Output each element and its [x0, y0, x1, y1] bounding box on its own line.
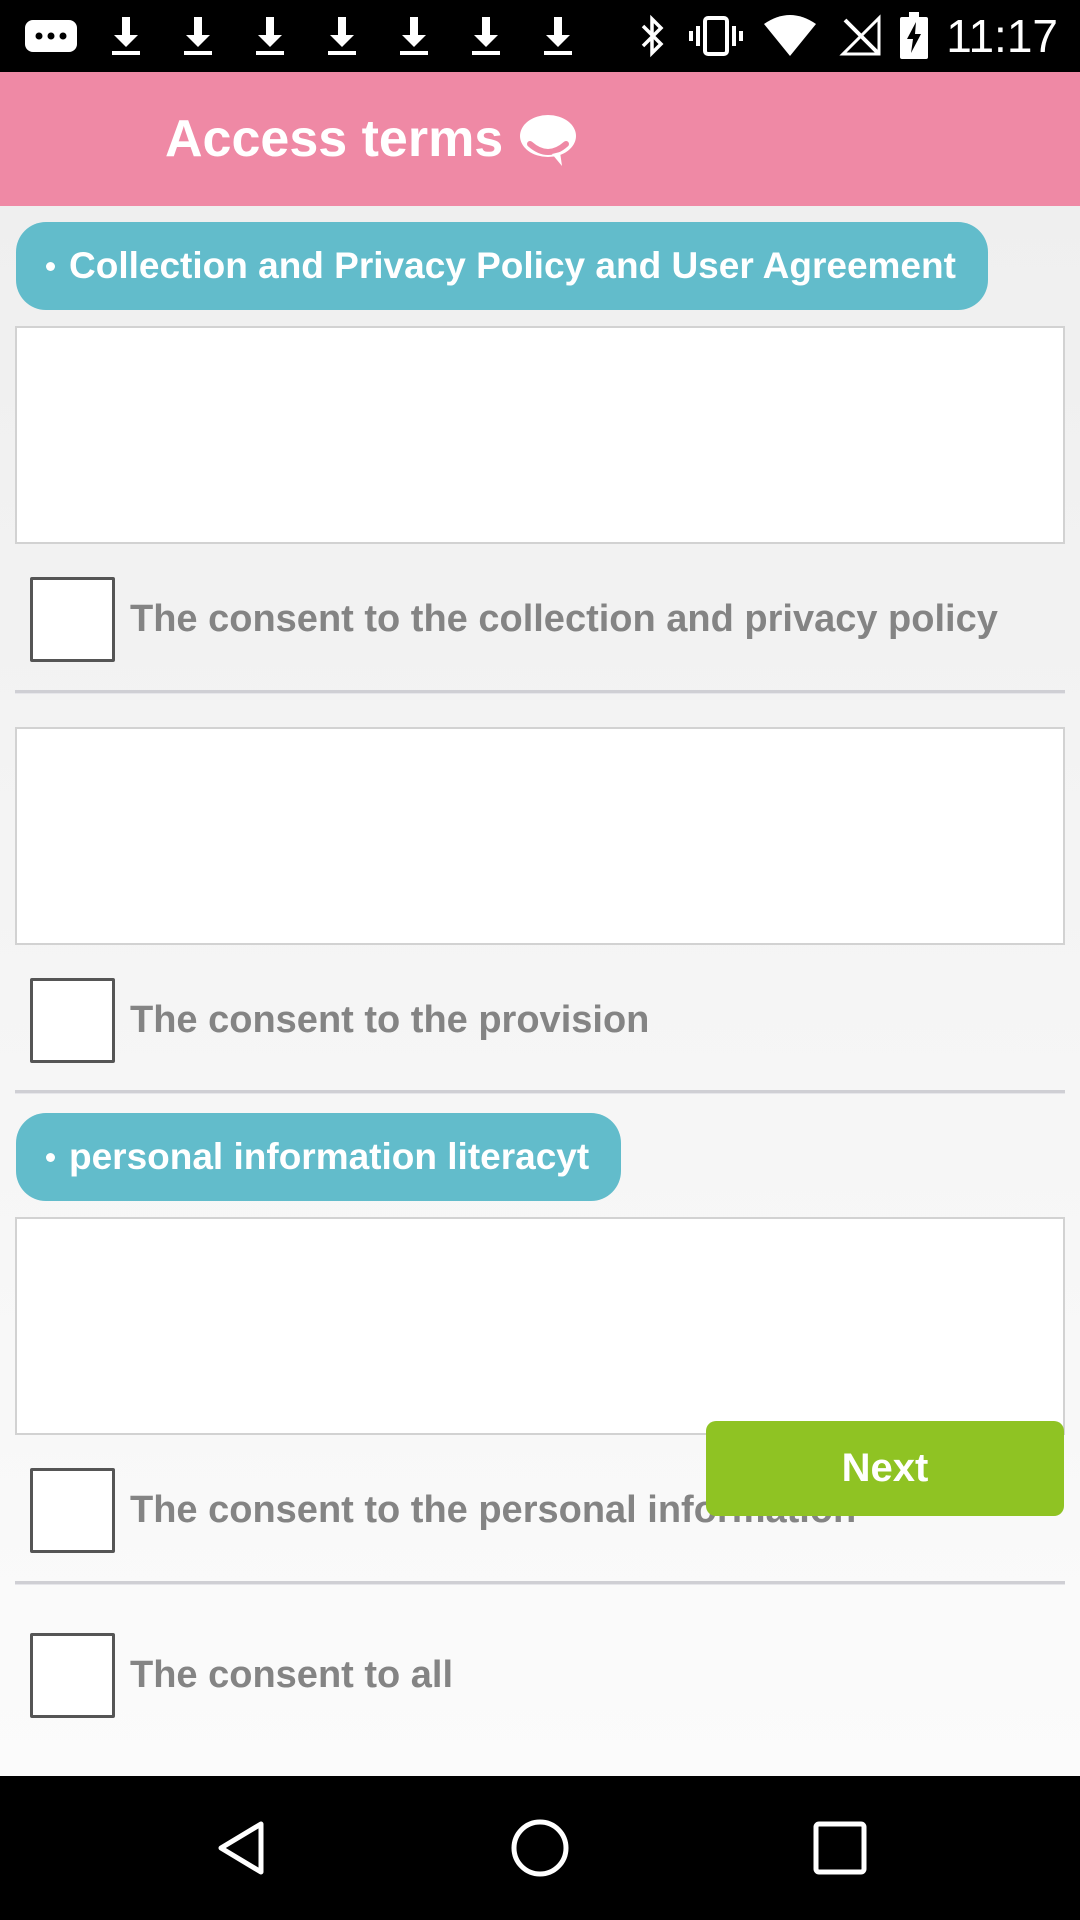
bullet-dot [46, 1152, 55, 1162]
wifi-icon [760, 14, 820, 58]
divider [15, 690, 1065, 694]
personal-information-checkbox[interactable] [30, 1468, 115, 1553]
home-icon[interactable] [485, 1796, 595, 1900]
consent-row-all: The consent to all [0, 1633, 1080, 1723]
consent-label: The consent to all [130, 1654, 454, 1696]
back-icon[interactable] [186, 1796, 296, 1900]
page-title: Access terms [165, 110, 504, 168]
divider [15, 1581, 1065, 1585]
download-icon [392, 14, 436, 58]
bluetooth-icon [632, 14, 672, 58]
section-title: personal information literacyt [69, 1136, 590, 1177]
collection-privacy-checkbox[interactable] [30, 577, 115, 662]
download-icon [248, 14, 292, 58]
consent-all-checkbox[interactable] [30, 1633, 115, 1718]
consent-label: The consent to the provision [130, 999, 650, 1041]
section-header-personal-information: personal information literacyt [16, 1113, 622, 1201]
consent-row-collection-privacy: The consent to the collection and privac… [0, 577, 1080, 667]
consent-row-provision: The consent to the provision [0, 978, 1080, 1068]
vibrate-icon [686, 14, 746, 58]
download-icon [464, 14, 508, 58]
download-icon [104, 14, 148, 58]
divider [15, 1090, 1065, 1094]
download-icon [176, 14, 220, 58]
section-title: Collection and Privacy Policy and User A… [69, 245, 956, 286]
download-icon [320, 14, 364, 58]
status-bar: 11:17 [0, 0, 1080, 72]
no-signal-icon [836, 14, 886, 58]
recents-icon[interactable] [785, 1796, 895, 1900]
terms-content[interactable]: Collection and Privacy Policy and User A… [0, 206, 1080, 1776]
battery-charging-icon [896, 12, 932, 59]
download-icon [536, 14, 580, 58]
bullet-dot [46, 261, 55, 271]
privacy-policy-terms-box[interactable] [15, 326, 1065, 544]
messaging-icon [22, 14, 82, 58]
app-bar: Access terms [0, 72, 1080, 206]
provision-terms-box[interactable] [15, 727, 1065, 945]
section-header-privacy-policy: Collection and Privacy Policy and User A… [16, 222, 988, 310]
next-button[interactable]: Next [706, 1421, 1064, 1516]
chat-bubble-icon [518, 112, 578, 168]
consent-label: The consent to the collection and privac… [130, 598, 998, 640]
provision-checkbox[interactable] [30, 978, 115, 1063]
personal-information-terms-box[interactable] [15, 1217, 1065, 1435]
status-time: 11:17 [946, 10, 1058, 62]
navigation-bar [0, 1776, 1080, 1920]
